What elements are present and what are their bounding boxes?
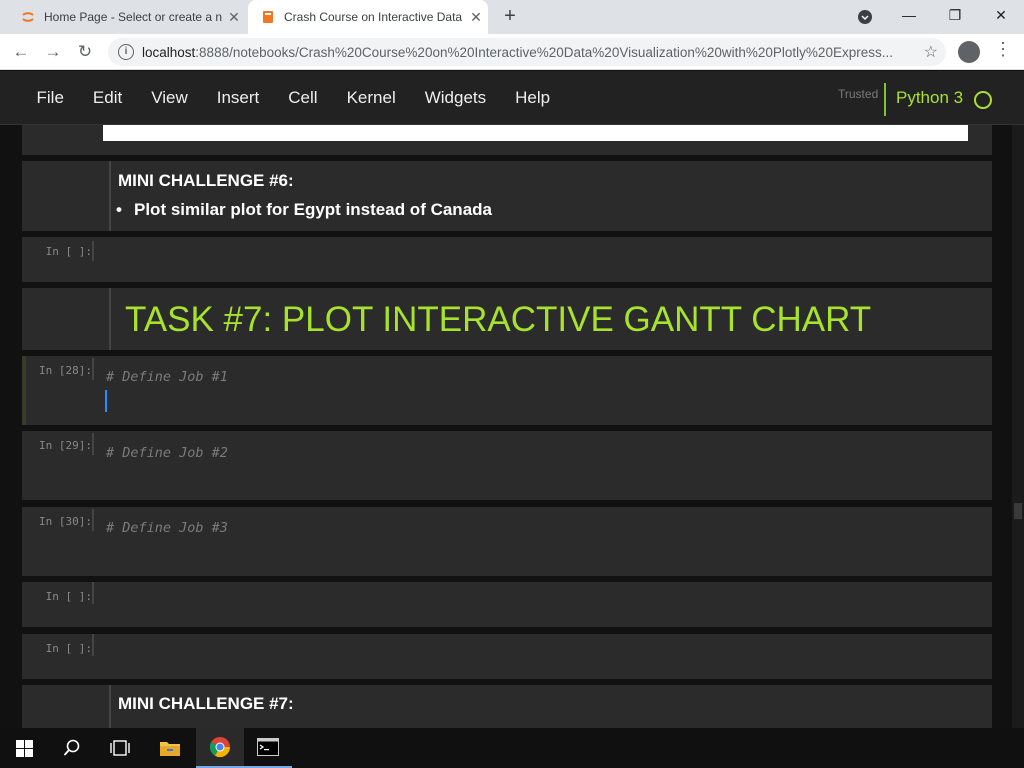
markdown-cell-mini-challenge-6[interactable]: MINI CHALLENGE #6: Plot similar plot for… xyxy=(22,161,992,231)
bookmark-star-icon[interactable]: ☆ xyxy=(924,42,938,62)
notebook-icon xyxy=(263,11,273,23)
output-image-strip xyxy=(103,125,968,141)
address-bar[interactable]: i localhost:8888/notebooks/Crash%20Cours… xyxy=(108,38,946,66)
site-info-icon[interactable]: i xyxy=(118,44,134,60)
browser-menu-icon[interactable]: ⋮ xyxy=(994,39,1012,60)
cell-border xyxy=(109,161,111,231)
notebook-container[interactable]: MINI CHALLENGE #6: Plot similar plot for… xyxy=(0,125,1012,728)
cell-prompt: In [29]: xyxy=(39,439,92,452)
cell-border xyxy=(92,509,94,531)
cell-prompt: In [30]: xyxy=(39,515,92,528)
url-text: localhost:8888/notebooks/Crash%20Course%… xyxy=(142,44,893,60)
maximize-button[interactable]: ❐ xyxy=(932,0,978,34)
code-cell-empty-1[interactable]: In [ ]: xyxy=(22,237,992,282)
new-tab-button[interactable]: + xyxy=(498,5,522,28)
task-view-icon[interactable] xyxy=(96,728,144,768)
close-icon[interactable]: ✕ xyxy=(222,9,246,26)
mini-challenge-6-title: MINI CHALLENGE #6: xyxy=(118,171,294,190)
tab-strip: Home Page - Select or create a n ✕ Crash… xyxy=(0,0,1024,34)
text-cursor xyxy=(105,390,107,412)
cell-border xyxy=(109,685,111,728)
back-arrow-icon[interactable]: ← xyxy=(8,39,34,65)
tab-home[interactable]: Home Page - Select or create a n ✕ xyxy=(8,0,246,34)
cell-prompt: In [ ]: xyxy=(45,245,92,258)
cell-prompt: In [ ]: xyxy=(45,642,92,655)
chrome-icon[interactable] xyxy=(196,728,244,768)
scrollbar-thumb[interactable] xyxy=(1014,503,1022,519)
cell-prompt: In [28]: xyxy=(39,364,92,377)
windows-start-icon[interactable] xyxy=(0,728,48,768)
menu-edit[interactable]: Edit xyxy=(78,88,136,108)
code-cell-empty-2[interactable]: In [ ]: xyxy=(22,582,992,627)
tab-title: Crash Course on Interactive Data xyxy=(284,10,463,24)
menubar: File Edit View Insert Cell Kernel Widget… xyxy=(22,71,565,125)
cell-border xyxy=(92,358,94,380)
code-comment[interactable]: # Define Job #3 xyxy=(106,520,228,536)
forward-arrow-icon[interactable]: → xyxy=(40,39,66,65)
code-cell-empty-3[interactable]: In [ ]: xyxy=(22,634,992,679)
tab-search-icon[interactable] xyxy=(842,0,888,34)
menu-cell[interactable]: Cell xyxy=(274,88,332,108)
task-7-heading: TASK #7: PLOT INTERACTIVE GANTT CHART xyxy=(125,300,872,339)
code-cell-30[interactable]: In [30]: # Define Job #3 xyxy=(22,507,992,576)
search-icon[interactable] xyxy=(48,728,96,768)
cell-border xyxy=(92,241,94,261)
code-comment[interactable]: # Define Job #1 xyxy=(106,369,228,385)
menu-insert[interactable]: Insert xyxy=(202,88,274,108)
markdown-cell-mini-challenge-7[interactable]: MINI CHALLENGE #7: xyxy=(22,685,992,728)
mini-challenge-6-bullet: Plot similar plot for Egypt instead of C… xyxy=(116,200,492,220)
terminal-icon[interactable] xyxy=(244,728,292,768)
menu-help[interactable]: Help xyxy=(501,88,565,108)
cell-border xyxy=(92,634,94,656)
file-explorer-icon[interactable] xyxy=(146,728,194,768)
profile-avatar[interactable] xyxy=(958,41,980,63)
kernel-status-icon xyxy=(974,91,992,109)
menu-widgets[interactable]: Widgets xyxy=(410,88,500,108)
taskbar xyxy=(0,728,1024,768)
minimize-button[interactable]: — xyxy=(886,0,932,34)
cell-border xyxy=(92,582,94,604)
close-icon[interactable]: ✕ xyxy=(464,9,488,26)
cell-border xyxy=(109,288,111,350)
code-cell-29[interactable]: In [29]: # Define Job #2 xyxy=(22,431,992,500)
trusted-indicator[interactable]: Trusted xyxy=(838,87,878,101)
code-cell-28[interactable]: In [28]: # Define Job #1 xyxy=(22,356,992,425)
kernel-separator xyxy=(884,83,886,116)
code-comment[interactable]: # Define Job #2 xyxy=(106,445,228,461)
menu-kernel[interactable]: Kernel xyxy=(332,88,410,108)
menu-file[interactable]: File xyxy=(22,88,78,108)
tab-title: Home Page - Select or create a n xyxy=(44,10,222,24)
scrollbar[interactable] xyxy=(1012,125,1024,728)
window-close-button[interactable]: ✕ xyxy=(978,0,1024,34)
jupyter-icon xyxy=(22,12,34,22)
browser-toolbar: ← → ↻ i localhost:8888/notebooks/Crash%2… xyxy=(0,34,1024,70)
kernel-name[interactable]: Python 3 xyxy=(896,88,963,108)
mini-challenge-7-title: MINI CHALLENGE #7: xyxy=(118,694,294,713)
tab-crash-course[interactable]: Crash Course on Interactive Data ✕ xyxy=(248,0,488,34)
reload-icon[interactable]: ↻ xyxy=(72,39,98,65)
cell-prompt: In [ ]: xyxy=(45,590,92,603)
menu-view[interactable]: View xyxy=(137,88,203,108)
markdown-cell-task-7[interactable]: TASK #7: PLOT INTERACTIVE GANTT CHART xyxy=(22,288,992,350)
jupyter-header: File Edit View Insert Cell Kernel Widget… xyxy=(0,71,1024,125)
cell-border xyxy=(92,433,94,455)
